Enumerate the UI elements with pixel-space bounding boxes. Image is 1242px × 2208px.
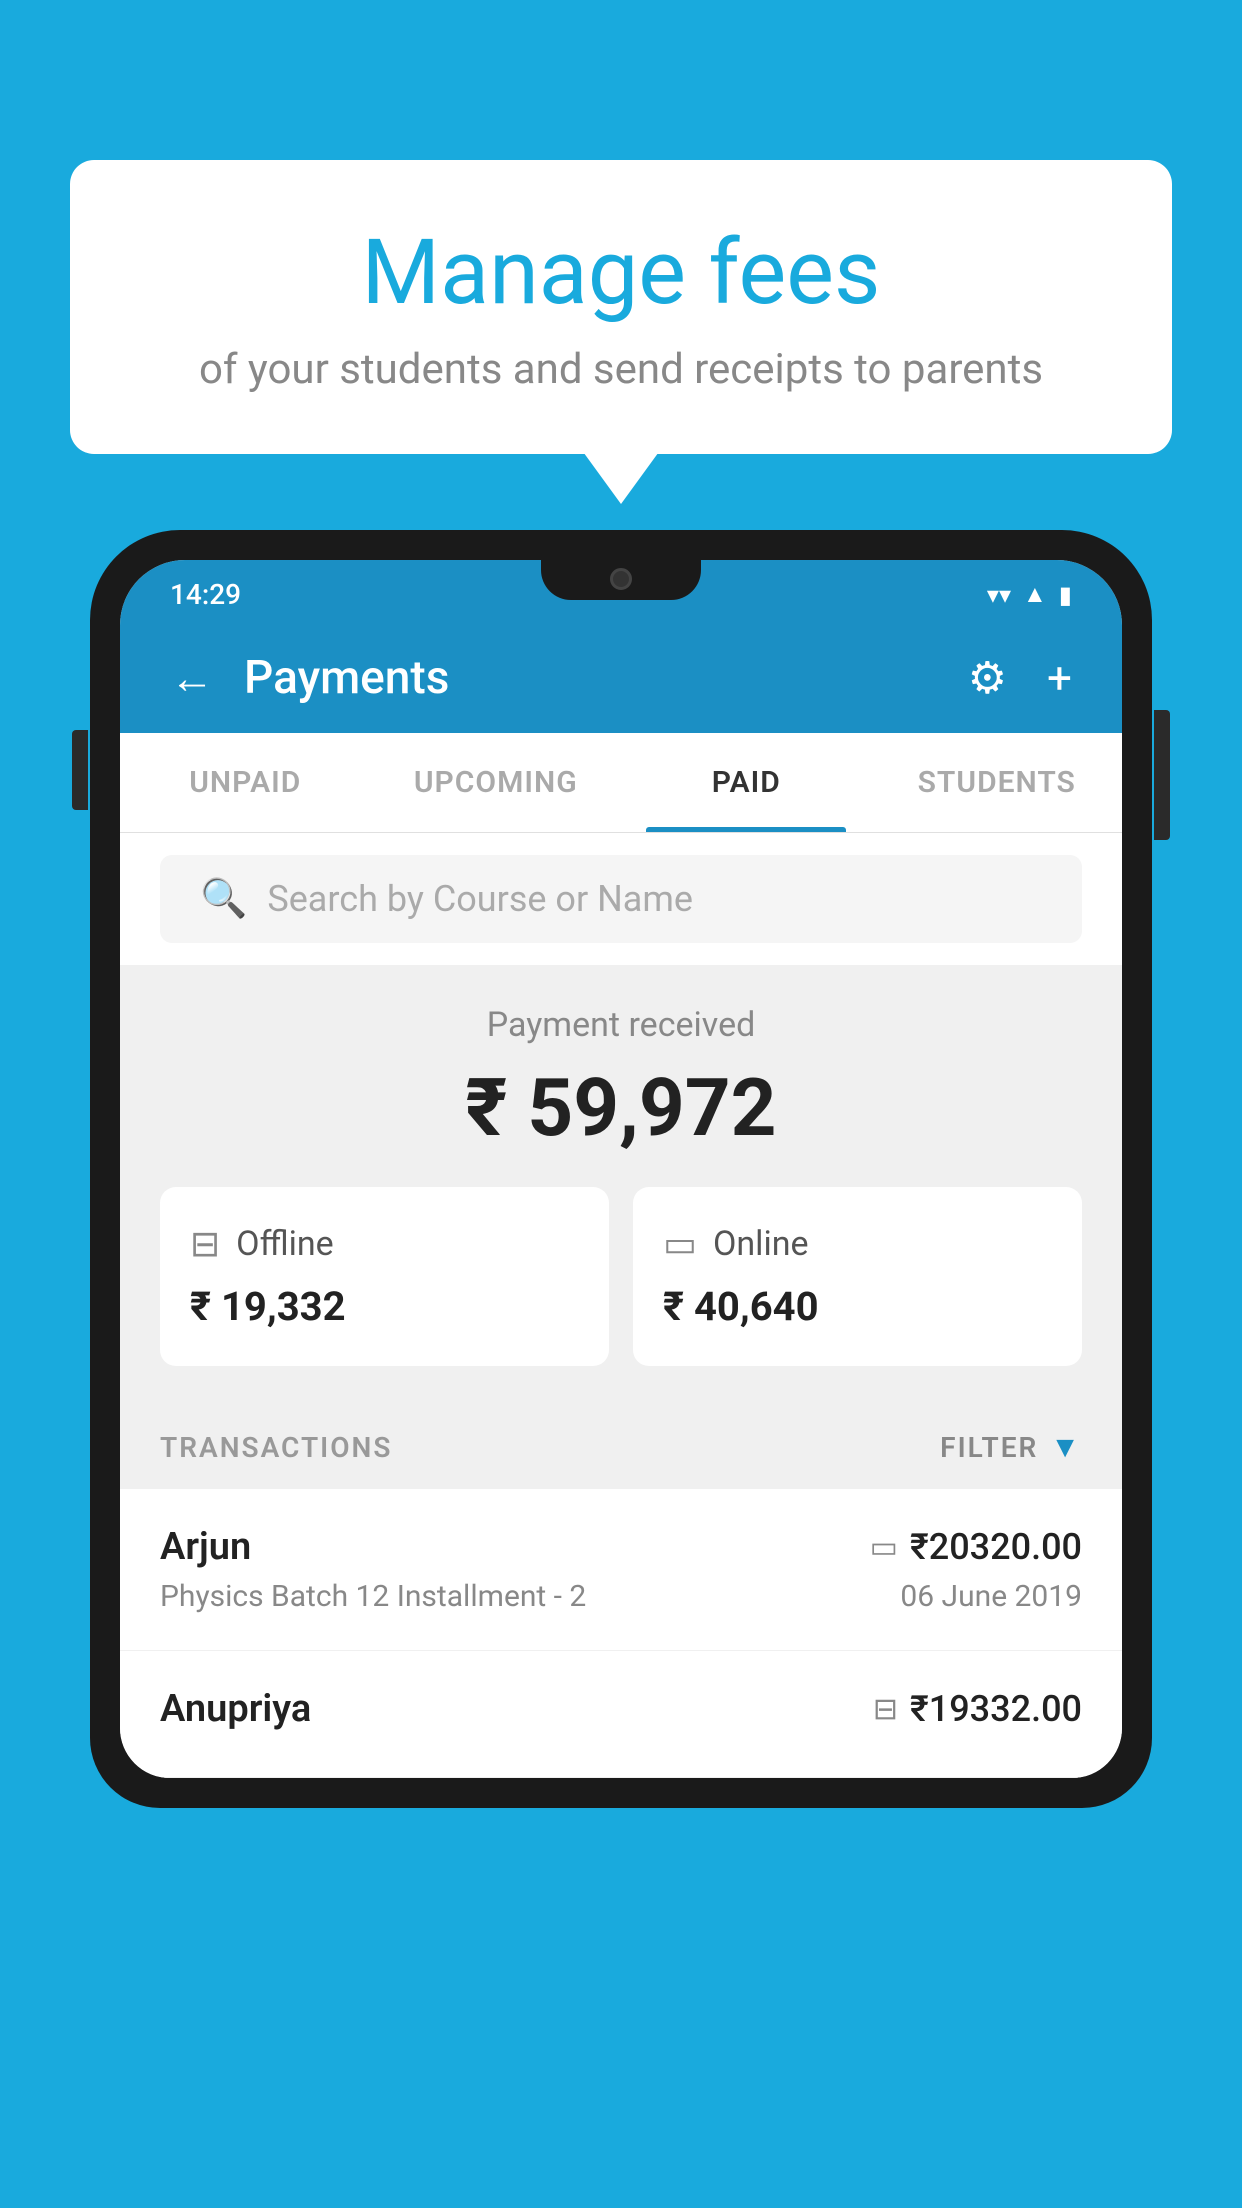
speech-bubble-container: Manage fees of your students and send re… — [70, 160, 1172, 454]
tab-students[interactable]: STUDENTS — [872, 733, 1123, 832]
header-actions: ⚙ + — [968, 652, 1072, 704]
search-container: 🔍 Search by Course or Name — [120, 833, 1122, 965]
phone-screen: 14:29 ▾▾ ▲ ▮ ← Payments ⚙ + — [120, 560, 1122, 1778]
online-icon: ▭ — [663, 1223, 697, 1265]
status-time: 14:29 — [170, 578, 241, 611]
tab-paid[interactable]: PAID — [621, 733, 872, 832]
tab-unpaid[interactable]: UNPAID — [120, 733, 371, 832]
online-amount: ₹ 40,640 — [663, 1283, 1052, 1330]
wifi-icon: ▾▾ — [987, 581, 1011, 609]
speech-bubble: Manage fees of your students and send re… — [70, 160, 1172, 454]
power-button — [1154, 710, 1170, 840]
payment-summary: Payment received ₹ 59,972 ⊟ Offline ₹ 19… — [120, 965, 1122, 1406]
volume-button — [72, 730, 88, 810]
search-bar[interactable]: 🔍 Search by Course or Name — [160, 855, 1082, 943]
add-icon[interactable]: + — [1047, 652, 1072, 704]
transactions-header: TRANSACTIONS FILTER ▼ — [120, 1406, 1122, 1489]
battery-icon: ▮ — [1059, 581, 1072, 609]
transaction-date: 06 June 2019 — [900, 1579, 1082, 1614]
bubble-subtitle: of your students and send receipts to pa… — [150, 345, 1092, 394]
transaction-item[interactable]: Anupriya ⊟ ₹19332.00 — [120, 1651, 1122, 1778]
cash-payment-icon: ⊟ — [873, 1692, 898, 1727]
filter-label: FILTER — [940, 1431, 1038, 1464]
filter-icon: ▼ — [1050, 1430, 1082, 1465]
transaction-amount: ₹19332.00 — [910, 1688, 1082, 1730]
filter-button[interactable]: FILTER ▼ — [940, 1430, 1082, 1465]
transaction-item[interactable]: Arjun ▭ ₹20320.00 Physics Batch 12 Insta… — [120, 1489, 1122, 1651]
online-card: ▭ Online ₹ 40,640 — [633, 1187, 1082, 1366]
offline-card: ⊟ Offline ₹ 19,332 — [160, 1187, 609, 1366]
online-label: Online — [713, 1224, 809, 1264]
online-card-header: ▭ Online — [663, 1223, 1052, 1265]
phone-camera — [610, 568, 632, 590]
transaction-name: Anupriya — [160, 1687, 311, 1731]
signal-icon: ▲ — [1023, 580, 1047, 609]
settings-icon[interactable]: ⚙ — [968, 652, 1007, 704]
payment-received-label: Payment received — [160, 1005, 1082, 1045]
transaction-top: Arjun ▭ ₹20320.00 — [160, 1525, 1082, 1569]
search-input[interactable]: Search by Course or Name — [267, 878, 693, 920]
payment-cards: ⊟ Offline ₹ 19,332 ▭ Online ₹ 40,640 — [160, 1187, 1082, 1366]
transaction-bottom: Physics Batch 12 Installment - 2 06 June… — [160, 1579, 1082, 1614]
phone-frame: 14:29 ▾▾ ▲ ▮ ← Payments ⚙ + — [90, 530, 1152, 1808]
offline-card-header: ⊟ Offline — [190, 1223, 579, 1265]
tab-upcoming[interactable]: UPCOMING — [371, 733, 622, 832]
transaction-name: Arjun — [160, 1525, 251, 1569]
status-icons: ▾▾ ▲ ▮ — [987, 580, 1072, 609]
tabs-bar: UNPAID UPCOMING PAID STUDENTS — [120, 733, 1122, 833]
payment-total: ₹ 59,972 — [160, 1061, 1082, 1155]
transaction-amount-wrap: ▭ ₹20320.00 — [870, 1526, 1082, 1568]
offline-label: Offline — [236, 1224, 333, 1264]
offline-amount: ₹ 19,332 — [190, 1283, 579, 1330]
transaction-top: Anupriya ⊟ ₹19332.00 — [160, 1687, 1082, 1731]
offline-icon: ⊟ — [190, 1223, 220, 1265]
phone-mockup: 14:29 ▾▾ ▲ ▮ ← Payments ⚙ + — [90, 530, 1152, 2208]
back-button[interactable]: ← — [170, 652, 214, 704]
phone-notch — [541, 560, 701, 600]
transaction-desc: Physics Batch 12 Installment - 2 — [160, 1579, 586, 1614]
transaction-amount-wrap: ⊟ ₹19332.00 — [873, 1688, 1082, 1730]
card-payment-icon: ▭ — [870, 1530, 898, 1565]
header-title: Payments — [244, 651, 968, 705]
transaction-amount: ₹20320.00 — [910, 1526, 1082, 1568]
transactions-label: TRANSACTIONS — [160, 1431, 392, 1464]
bubble-title: Manage fees — [150, 220, 1092, 325]
search-icon: 🔍 — [200, 877, 247, 921]
app-header: ← Payments ⚙ + — [120, 623, 1122, 733]
